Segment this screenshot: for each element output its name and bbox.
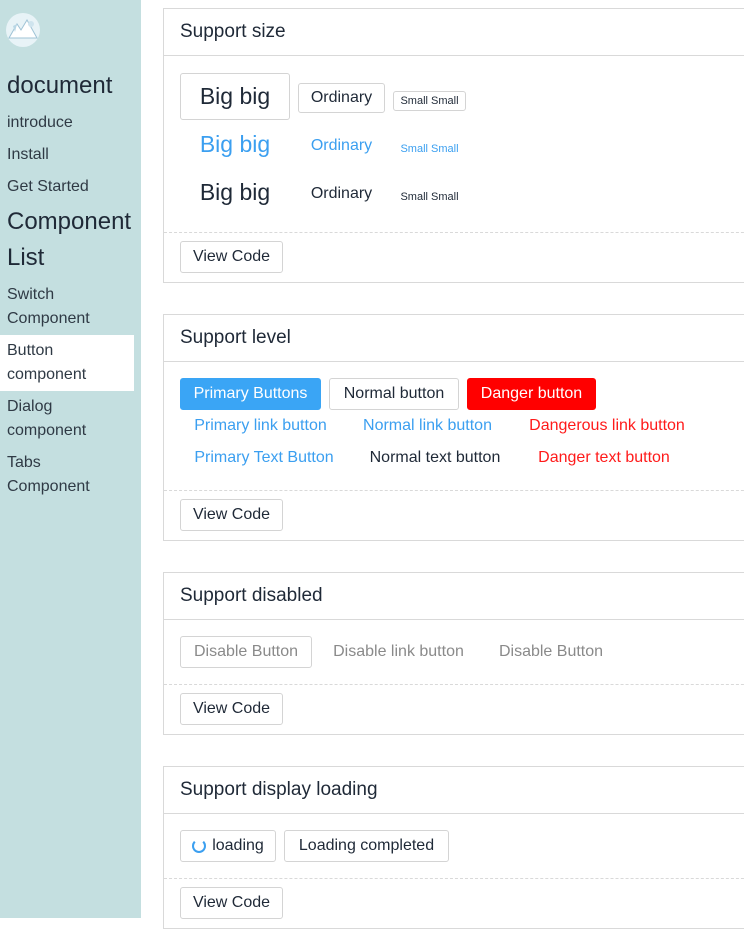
sidebar-item-label: Dialog	[7, 398, 53, 415]
sidebar-item-label: Component	[7, 478, 90, 495]
primary-button[interactable]: Primary Buttons	[180, 378, 321, 410]
big-text-button[interactable]: Big big	[180, 169, 290, 216]
sidebar-comp-heading-line2: List	[7, 244, 45, 271]
disabled-link-button: Disable link button	[320, 636, 477, 668]
sidebar-item-label: Component	[7, 310, 90, 327]
normal-text-button[interactable]: Normal text button	[356, 442, 514, 474]
card-footer: View Code	[164, 491, 744, 540]
view-code-button[interactable]: View Code	[180, 241, 283, 273]
sidebar-item-get-started[interactable]: Get Started	[7, 175, 137, 199]
card-demo: Primary Buttons Normal button Danger but…	[164, 362, 744, 491]
card-demo: Disable Button Disable link button Disab…	[164, 620, 744, 685]
sidebar-item-label: Switch	[7, 286, 55, 303]
disabled-text-button: Disable Button	[485, 636, 617, 668]
logo-icon[interactable]	[5, 12, 41, 48]
primary-link-button[interactable]: Primary link button	[180, 410, 341, 442]
sidebar: document introduce Install Get Started C…	[0, 0, 141, 918]
spinner-icon	[192, 839, 207, 853]
sidebar-doc-heading: document	[7, 72, 113, 99]
card-footer: View Code	[164, 233, 744, 282]
normal-button[interactable]: Normal button	[329, 378, 459, 410]
loading-completed-button[interactable]: Loading completed	[284, 830, 449, 862]
normal-link-button[interactable]: Normal link button	[349, 410, 506, 442]
card-footer: View Code	[164, 879, 744, 928]
sidebar-item-install[interactable]: Install	[7, 143, 137, 167]
sidebar-item-label: Button	[7, 342, 54, 359]
view-code-button[interactable]: View Code	[180, 499, 283, 531]
danger-button[interactable]: Danger button	[467, 378, 596, 410]
loading-button[interactable]: loading	[180, 830, 276, 862]
sidebar-item-switch[interactable]: Switch Component	[7, 283, 137, 331]
big-button[interactable]: Big big	[180, 73, 290, 120]
disabled-button: Disable Button	[180, 636, 312, 668]
card-support-loading: Support display loading loading Loading …	[163, 766, 744, 929]
view-code-button[interactable]: View Code	[180, 693, 283, 725]
section-title: Support display loading	[164, 767, 744, 814]
danger-text-button[interactable]: Danger text button	[522, 442, 686, 474]
card-support-level: Support level Primary Buttons Normal but…	[163, 314, 744, 541]
ordinary-text-button[interactable]: Ordinary	[298, 179, 385, 209]
section-title: Support disabled	[164, 573, 744, 620]
ordinary-link-button[interactable]: Ordinary	[298, 131, 385, 161]
section-title: Support size	[164, 9, 744, 56]
ordinary-button[interactable]: Ordinary	[298, 83, 385, 113]
small-button[interactable]: Small Small	[393, 91, 466, 111]
section-title: Support level	[164, 315, 744, 362]
sidebar-item-introduce[interactable]: introduce	[7, 111, 137, 135]
sidebar-comp-heading-line1: Component	[7, 208, 132, 235]
small-link-button[interactable]: Small Small	[393, 139, 466, 159]
big-link-button[interactable]: Big big	[180, 121, 290, 168]
card-support-size: Support size Big big Ordinary Small Smal…	[163, 8, 744, 283]
primary-text-button[interactable]: Primary Text Button	[180, 442, 348, 474]
view-code-button[interactable]: View Code	[180, 887, 283, 919]
sidebar-item-label: Tabs	[7, 454, 41, 471]
sidebar-item-label: component	[7, 366, 87, 383]
card-support-disabled: Support disabled Disable Button Disable …	[163, 572, 744, 735]
sidebar-item-tabs[interactable]: Tabs Component	[7, 451, 137, 499]
card-footer: View Code	[164, 685, 744, 734]
small-text-button[interactable]: Small Small	[393, 187, 466, 207]
danger-link-button[interactable]: Dangerous link button	[514, 410, 700, 442]
sidebar-item-button[interactable]: Button component	[0, 335, 134, 391]
sidebar-item-dialog[interactable]: Dialog component	[7, 395, 137, 443]
card-demo: Big big Ordinary Small Small Big big Ord…	[164, 56, 744, 233]
loading-button-label: loading	[212, 837, 264, 854]
card-demo: loading Loading completed	[164, 814, 744, 879]
sidebar-item-label: component	[7, 422, 87, 439]
